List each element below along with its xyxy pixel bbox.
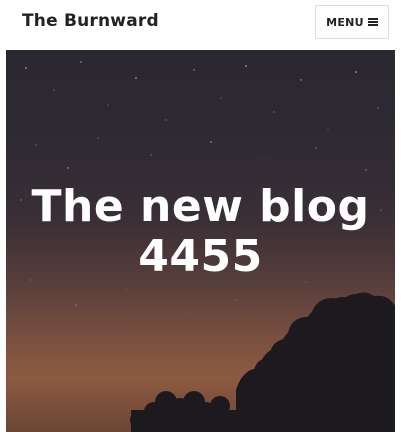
menu-label: MENU: [326, 15, 364, 29]
menu-button[interactable]: MENU: [315, 5, 389, 39]
hamburger-icon: [367, 18, 378, 26]
hero-banner: The new blog 4455: [6, 50, 395, 432]
hero-title-line-1: The new blog: [31, 181, 370, 232]
site-header: The Burnward MENU: [0, 0, 401, 46]
site-title[interactable]: The Burnward: [22, 11, 159, 31]
hero-title: The new blog 4455: [6, 182, 395, 282]
page: The Burnward MENU The new blog 4455: [0, 0, 401, 432]
hero-title-line-2: 4455: [138, 231, 263, 282]
